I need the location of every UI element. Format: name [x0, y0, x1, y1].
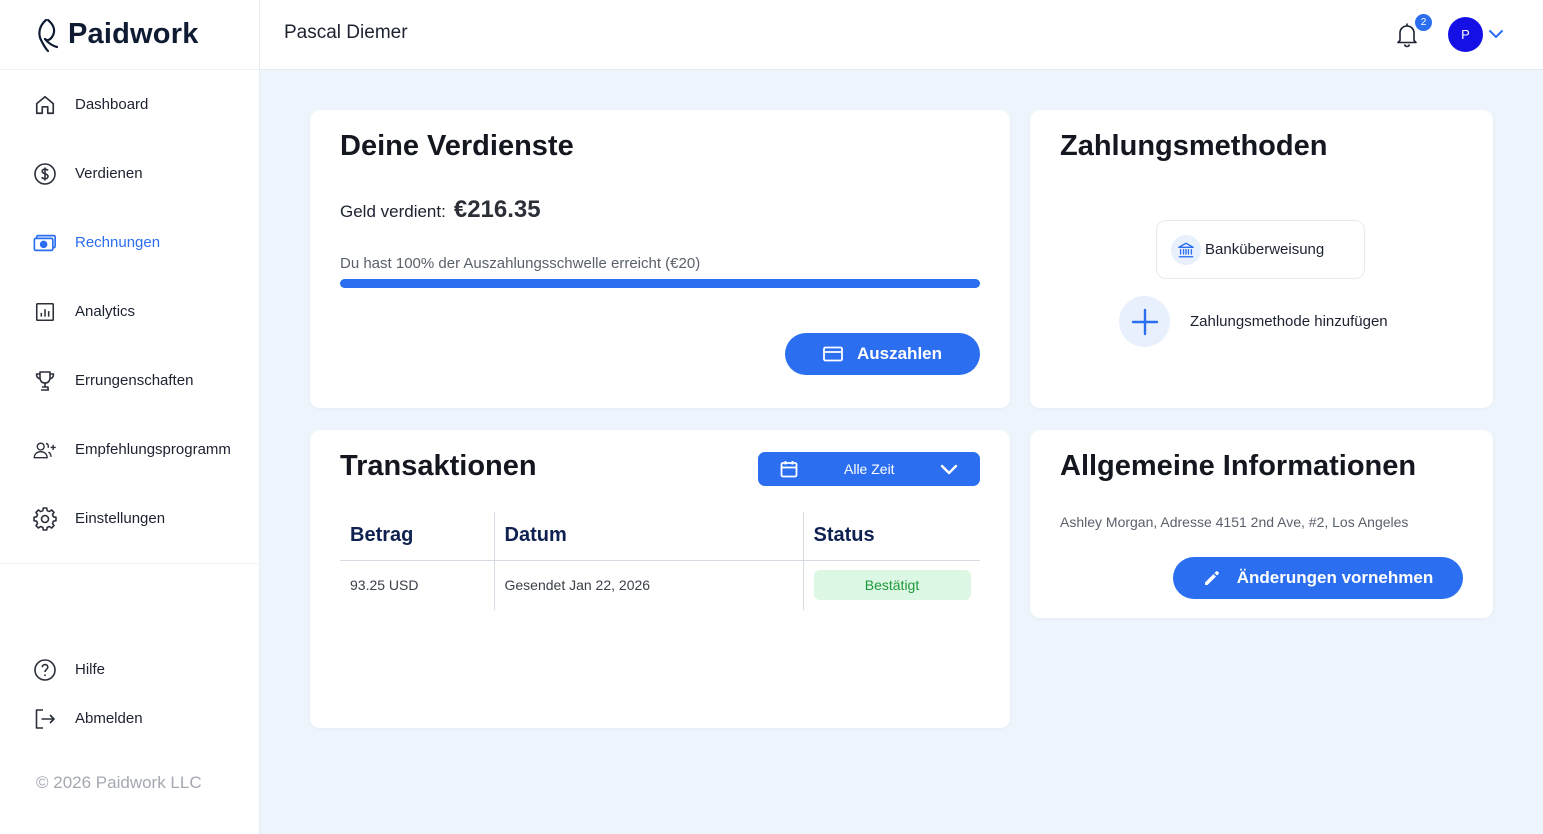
copyright-text: © 2026 Paidwork LLC [36, 773, 202, 792]
help-icon [33, 658, 57, 682]
column-header-amount: Betrag [340, 512, 494, 561]
earnings-card: Deine Verdienste Geld verdient: €216.35 … [310, 110, 1010, 408]
sidebar-item-empfehlungsprogramm[interactable]: Empfehlungsprogramm [0, 415, 259, 484]
credit-card-icon [823, 346, 843, 362]
earned-value: €216.35 [453, 196, 541, 223]
dollar-icon [33, 162, 57, 186]
sidebar-item-abmelden[interactable]: Abmelden [0, 694, 259, 743]
sidebar-item-label: Rechnungen [75, 234, 161, 251]
transaction-status-cell: Bestätigt [802, 560, 980, 610]
pencil-icon [1204, 571, 1219, 585]
sidebar-item-errungenschaften[interactable]: Errungenschaften [0, 346, 259, 415]
payment-methods-title: Zahlungsmethoden [1060, 130, 1328, 162]
transactions-title: Transaktionen [340, 450, 537, 482]
payout-button[interactable]: Auszahlen [785, 333, 980, 375]
sidebar-item-label: Errungenschaften [75, 372, 194, 389]
column-header-date: Datum [493, 512, 803, 561]
transaction-amount: 93.25 USD [350, 577, 419, 594]
edit-info-button-label: Änderungen vornehmen [1236, 568, 1434, 587]
status-badge: Bestätigt [813, 570, 971, 601]
payout-progress-fill [340, 279, 980, 288]
sidebar-item-label: Einstellungen [75, 510, 166, 527]
logo[interactable]: Paidwork [0, 0, 259, 70]
chevron-down-icon [940, 464, 958, 475]
notification-count-badge: 2 [1415, 14, 1432, 31]
trophy-icon [33, 369, 57, 393]
add-payment-method-button[interactable]: Zahlungsmethode hinzufügen [1119, 296, 1388, 347]
period-dropdown-value: Alle Zeit [844, 461, 895, 477]
payment-methods-card: Zahlungsmethoden Banküberweisung Zahlung… [1030, 110, 1493, 408]
sidebar-item-label: Abmelden [75, 710, 143, 727]
payout-progress-bar [340, 279, 980, 288]
table-row: 93.25 USD Gesendet Jan 22, 2026 Bestätig… [340, 560, 980, 610]
user-name: Pascal Diemer [284, 22, 408, 43]
brand-name: Paidwork [68, 18, 199, 50]
plus-icon [1119, 296, 1170, 347]
earned-label: Geld verdient: [340, 202, 446, 221]
bank-icon [1171, 234, 1201, 265]
sidebar-item-label: Dashboard [75, 96, 149, 113]
earnings-title: Deine Verdienste [340, 130, 574, 162]
payout-threshold-text: Du hast 100% der Auszahlungsschwelle err… [340, 255, 701, 272]
sidebar: Paidwork Dashboard Verdienen Rechnungen … [0, 0, 260, 834]
user-add-icon [33, 438, 57, 462]
general-info-card: Allgemeine Informationen Ashley Morgan, … [1030, 430, 1493, 618]
money-icon [33, 231, 57, 255]
user-address: Ashley Morgan, Adresse 4151 2nd Ave, #2,… [1060, 514, 1409, 530]
sidebar-item-dashboard[interactable]: Dashboard [0, 70, 259, 139]
sidebar-nav: Dashboard Verdienen Rechnungen Analytics… [0, 70, 259, 553]
sidebar-item-rechnungen[interactable]: Rechnungen [0, 208, 259, 277]
calendar-icon [780, 461, 798, 478]
bank-transfer-label: Banküberweisung [1205, 241, 1325, 258]
sidebar-item-analytics[interactable]: Analytics [0, 277, 259, 346]
chart-icon [33, 300, 57, 324]
logout-icon [33, 707, 57, 731]
avatar[interactable]: P [1448, 17, 1483, 52]
sidebar-item-hilfe[interactable]: Hilfe [0, 645, 259, 694]
chevron-down-icon[interactable] [1488, 27, 1504, 41]
column-header-status: Status [802, 512, 980, 561]
period-dropdown[interactable]: Alle Zeit [758, 452, 980, 486]
transactions-card: Transaktionen Alle Zeit Betrag Datum Sta… [310, 430, 1010, 728]
sidebar-item-label: Analytics [75, 303, 136, 320]
top-header: Pascal Diemer 2 P [260, 0, 1543, 70]
sidebar-divider [0, 563, 259, 564]
transactions-table: Betrag Datum Status 93.25 USD Gesendet J… [340, 512, 980, 610]
sidebar-item-label: Hilfe [75, 661, 106, 678]
edit-info-button[interactable]: Änderungen vornehmen [1173, 557, 1463, 599]
payout-button-label: Auszahlen [856, 344, 943, 363]
home-icon [33, 93, 57, 117]
gear-icon [33, 506, 57, 531]
paidwork-logo-icon [38, 18, 59, 52]
general-info-title: Allgemeine Informationen [1060, 450, 1417, 482]
earned-row: Geld verdient: €216.35 [340, 196, 541, 224]
sidebar-bottom-nav: Hilfe Abmelden [0, 645, 259, 743]
table-header-row: Betrag Datum Status [340, 512, 980, 561]
sidebar-item-label: Verdienen [75, 165, 143, 182]
sidebar-item-einstellungen[interactable]: Einstellungen [0, 484, 259, 553]
sidebar-item-label: Empfehlungsprogramm [75, 441, 231, 458]
transaction-date: Gesendet Jan 22, 2026 [493, 560, 803, 610]
bank-transfer-method[interactable]: Banküberweisung [1156, 220, 1365, 279]
sidebar-item-verdienen[interactable]: Verdienen [0, 139, 259, 208]
add-payment-method-label: Zahlungsmethode hinzufügen [1190, 313, 1388, 330]
